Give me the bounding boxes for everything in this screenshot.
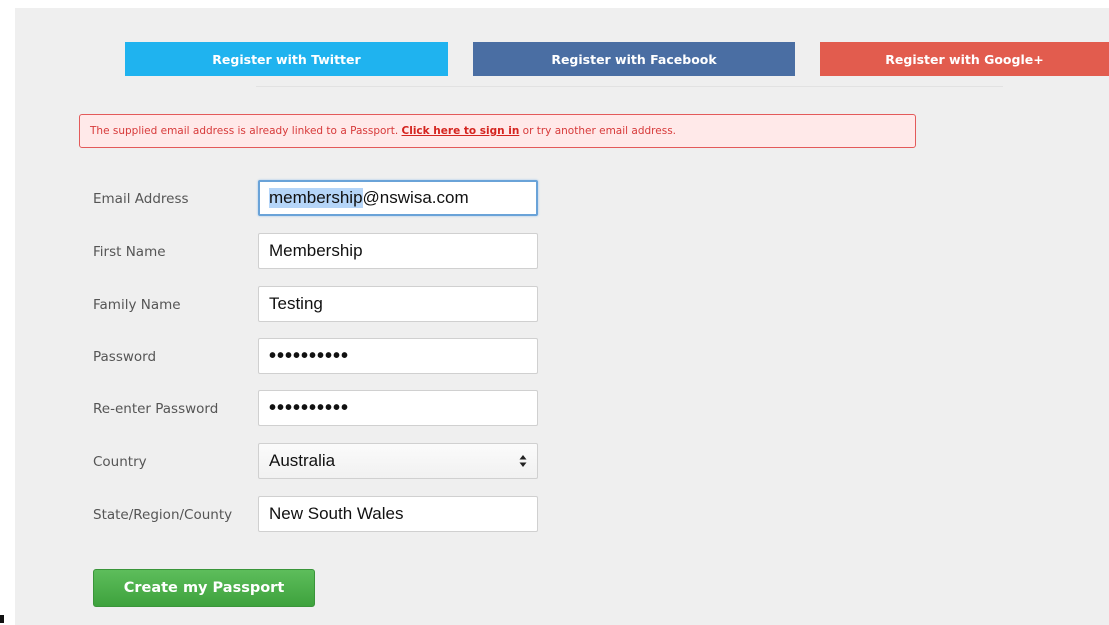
- family-name-field[interactable]: Testing: [258, 286, 538, 322]
- alert-prefix: The supplied email address is already li…: [90, 125, 399, 137]
- state-label: State/Region/County: [93, 507, 233, 523]
- divider: [256, 86, 1003, 87]
- reenter-password-value: ••••••••••: [269, 397, 350, 419]
- country-select[interactable]: Australia: [258, 443, 538, 479]
- first-name-value: Membership: [269, 241, 363, 260]
- email-rest-text: @nswisa.com: [362, 188, 469, 207]
- email-field[interactable]: membership @nswisa.com: [258, 180, 538, 216]
- password-field[interactable]: ••••••••••: [258, 338, 538, 374]
- sign-in-link[interactable]: Click here to sign in: [402, 125, 520, 137]
- page-edge-mark: [0, 615, 4, 623]
- family-name-label: Family Name: [93, 297, 181, 313]
- state-field[interactable]: New South Wales: [258, 496, 538, 532]
- email-label: Email Address: [93, 191, 189, 207]
- reenter-password-field[interactable]: ••••••••••: [258, 390, 538, 426]
- email-selected-text: membership: [269, 188, 363, 208]
- up-down-arrows-icon: [519, 454, 527, 468]
- first-name-label: First Name: [93, 244, 166, 260]
- create-passport-button[interactable]: Create my Passport: [93, 569, 315, 607]
- register-facebook-button[interactable]: Register with Facebook: [473, 42, 795, 76]
- family-name-value: Testing: [269, 294, 323, 313]
- country-label: Country: [93, 454, 147, 470]
- alert-suffix: or try another email address.: [522, 125, 677, 137]
- reenter-password-label: Re-enter Password: [93, 401, 219, 417]
- error-alert: The supplied email address is already li…: [79, 114, 916, 148]
- password-label: Password: [93, 349, 157, 365]
- register-twitter-button[interactable]: Register with Twitter: [125, 42, 448, 76]
- register-google-button[interactable]: Register with Google+: [820, 42, 1109, 76]
- country-value: Australia: [269, 451, 336, 470]
- password-value: ••••••••••: [269, 345, 350, 367]
- state-value: New South Wales: [269, 504, 404, 523]
- first-name-field[interactable]: Membership: [258, 233, 538, 269]
